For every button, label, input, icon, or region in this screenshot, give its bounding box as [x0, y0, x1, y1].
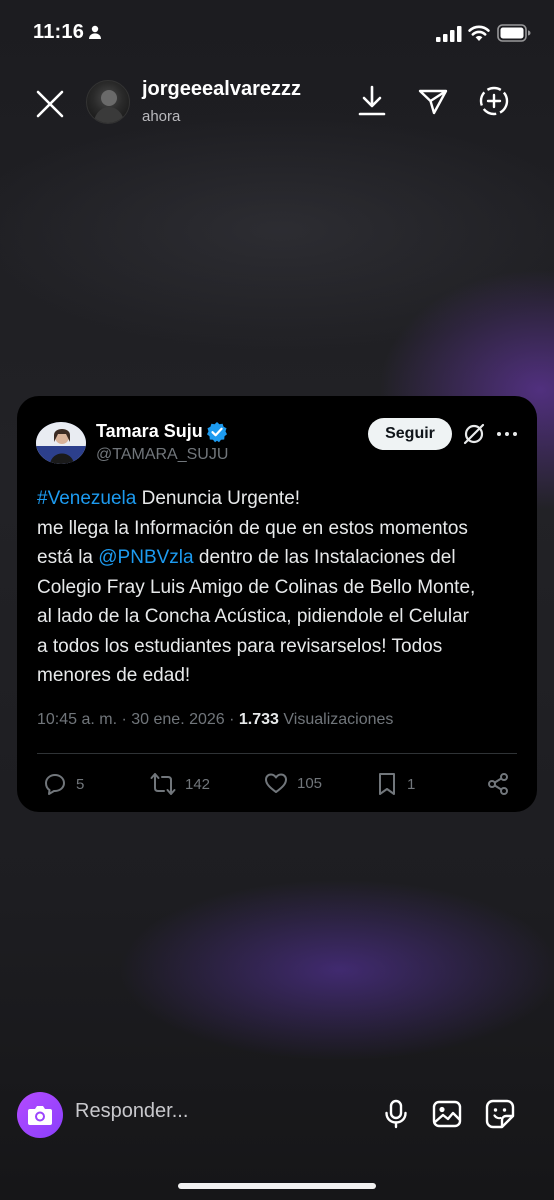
wifi-icon	[468, 24, 490, 42]
add-icon	[479, 86, 509, 116]
download-icon	[358, 85, 386, 116]
share-icon	[488, 773, 508, 795]
tweet-timestamp[interactable]: 10:45 a. m. · 30 ene. 2026 ·	[37, 711, 239, 728]
bookmark-button[interactable]: 1	[376, 772, 415, 796]
reply-button[interactable]: 5	[43, 772, 84, 796]
sticker-icon	[485, 1099, 515, 1129]
tweet-text: #Venezuela Denuncia Urgente! me llega la…	[37, 488, 476, 686]
like-button[interactable]: 105	[264, 772, 322, 794]
download-button[interactable]	[355, 84, 389, 118]
share-button[interactable]	[486, 772, 510, 796]
retweet-button[interactable]: 142	[150, 772, 210, 796]
reply-icon	[45, 774, 65, 795]
send-icon	[418, 89, 448, 115]
more-icon[interactable]	[496, 424, 518, 444]
follow-button[interactable]: Seguir	[368, 418, 452, 450]
bookmark-icon	[379, 773, 395, 795]
views-label: Visualizaciones	[278, 711, 394, 728]
status-time: 11:16	[33, 21, 85, 43]
story-time: ahora	[142, 108, 181, 125]
home-indicator[interactable]	[178, 1183, 376, 1189]
add-to-story-button[interactable]	[477, 84, 511, 118]
retweet-count: 142	[185, 775, 211, 793]
camera-icon	[28, 1106, 52, 1125]
gallery-button[interactable]	[429, 1096, 465, 1132]
avatar[interactable]	[86, 80, 130, 124]
camera-button[interactable]	[17, 1092, 63, 1138]
mic-button[interactable]	[378, 1096, 414, 1132]
reply-count: 5	[76, 775, 85, 793]
gallery-icon	[432, 1100, 462, 1128]
views-count: 1.733	[238, 711, 279, 728]
like-count: 105	[297, 774, 323, 792]
story-username[interactable]: jorgeeealvarezzz	[142, 78, 301, 101]
signal-icon	[436, 26, 462, 42]
mic-icon	[385, 1099, 407, 1129]
retweet-icon	[150, 773, 176, 795]
close-button[interactable]	[30, 84, 70, 124]
close-icon	[36, 90, 64, 118]
person-icon	[88, 25, 102, 39]
tweet-author-handle[interactable]: @TAMARA_SUJU	[96, 446, 228, 464]
tweet-author-name[interactable]: Tamara Suju	[96, 421, 203, 442]
mention-link[interactable]: @PNBVzla	[98, 547, 193, 568]
verified-icon	[206, 421, 228, 443]
battery-icon	[497, 24, 531, 42]
reply-input[interactable]: Responder...	[75, 1100, 188, 1123]
grok-icon[interactable]	[462, 422, 486, 446]
bookmark-count: 1	[407, 775, 416, 793]
sticker-button[interactable]	[482, 1096, 518, 1132]
hashtag-link[interactable]: #Venezuela	[37, 488, 136, 509]
send-button[interactable]	[416, 84, 450, 118]
tweet-avatar[interactable]	[36, 422, 86, 464]
divider	[37, 753, 517, 754]
tweet-meta: 10:45 a. m. · 30 ene. 2026 · 1.733 Visua…	[37, 711, 393, 729]
like-icon	[265, 773, 287, 793]
